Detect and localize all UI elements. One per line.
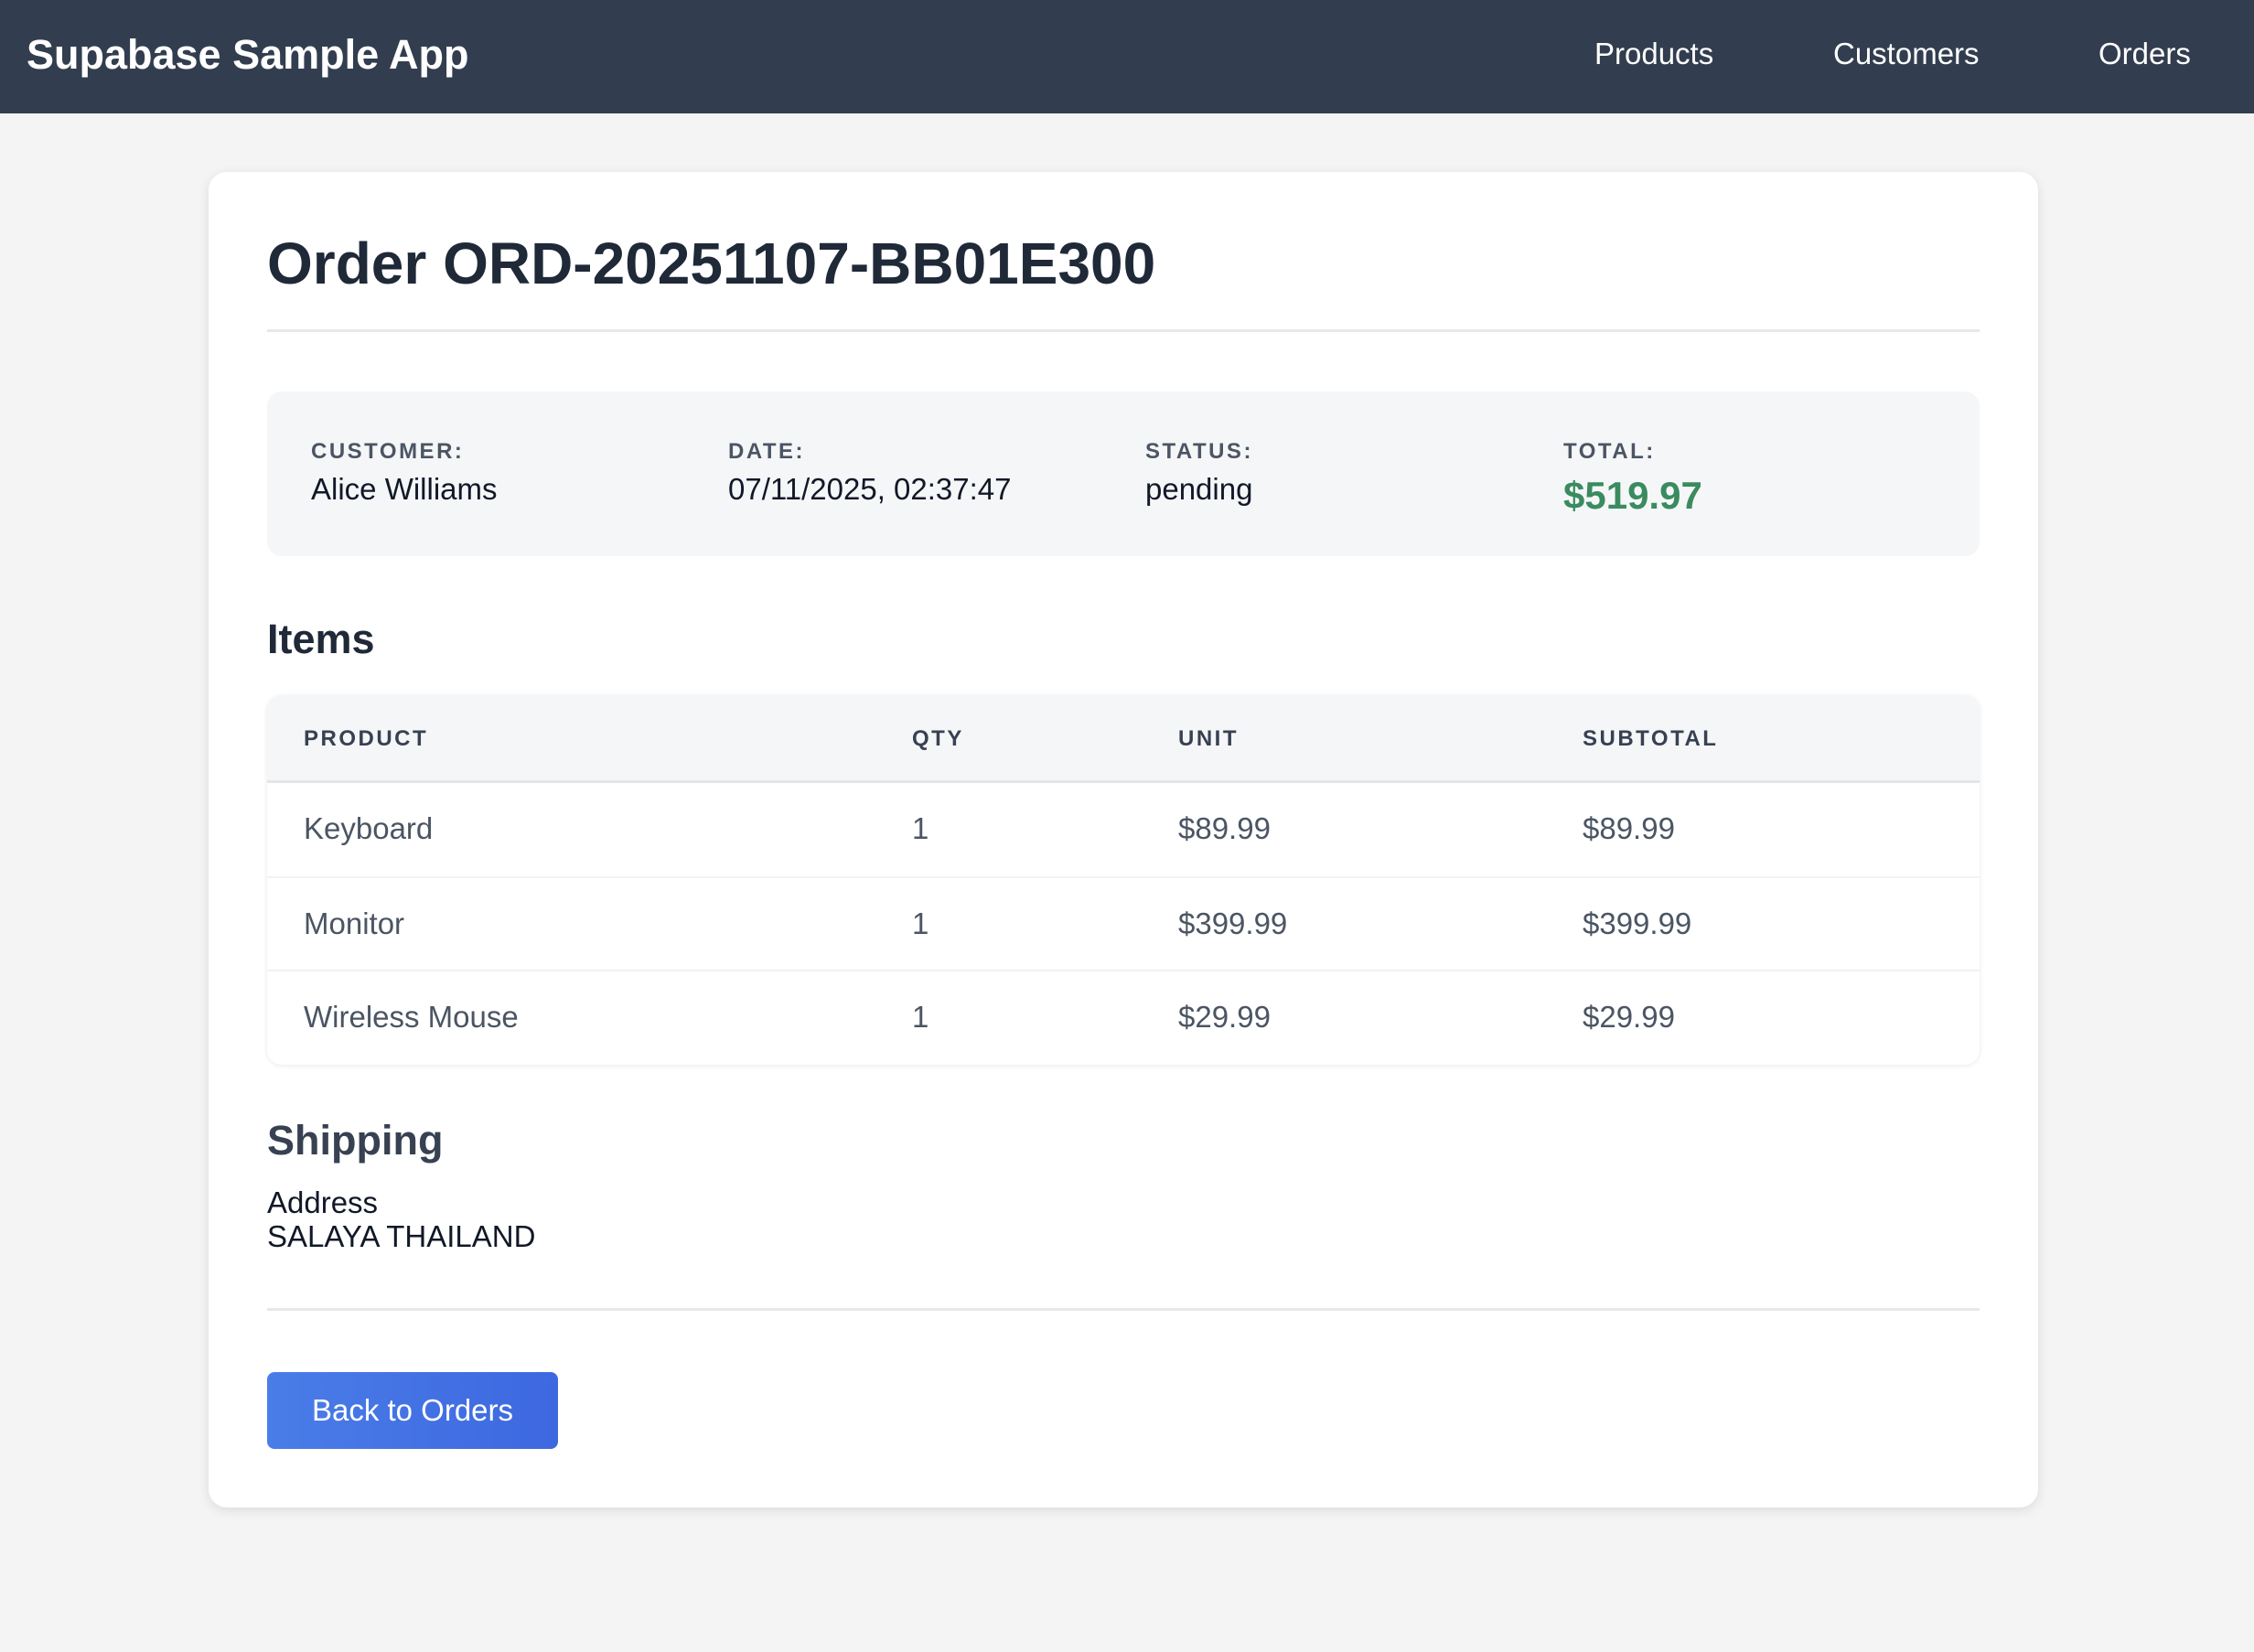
table-row: Keyboard 1 $89.99 $89.99	[267, 783, 1980, 876]
navbar: Supabase Sample App Products Customers O…	[0, 0, 2254, 113]
order-detail-card: Order ORD-20251107-BB01E300 CUSTOMER: Al…	[209, 172, 2038, 1507]
nav-link-products[interactable]: Products	[1594, 0, 1713, 108]
shipping-heading: Shipping	[267, 1117, 444, 1164]
table-row: Monitor 1 $399.99 $399.99	[267, 876, 1980, 970]
address-label: Address	[267, 1185, 379, 1219]
column-header-subtotal: SUBTOTAL	[1583, 726, 1719, 751]
nav-link-customers[interactable]: Customers	[1833, 0, 1980, 108]
cell-qty: 1	[912, 906, 929, 940]
back-to-orders-button[interactable]: Back to Orders	[267, 1372, 558, 1449]
cell-unit: $399.99	[1178, 906, 1288, 940]
cell-product: Wireless Mouse	[304, 1000, 519, 1034]
status-label: STATUS:	[1145, 439, 1253, 464]
column-header-product: PRODUCT	[304, 726, 429, 751]
column-header-qty: QTY	[912, 726, 964, 751]
footer-divider	[267, 1308, 1980, 1311]
cell-subtotal: $89.99	[1583, 811, 1675, 845]
cell-product: Keyboard	[304, 811, 434, 845]
summary-customer: CUSTOMER: Alice Williams	[311, 439, 498, 507]
order-summary: CUSTOMER: Alice Williams DATE: 07/11/202…	[267, 392, 1980, 556]
date-label: DATE:	[728, 439, 806, 464]
table-header: PRODUCT QTY UNIT SUBTOTAL	[267, 695, 1980, 783]
summary-date: DATE: 07/11/2025, 02:37:47	[728, 439, 1012, 507]
title-divider	[267, 329, 1980, 332]
cell-product: Monitor	[304, 906, 405, 940]
total-value: $519.97	[1563, 473, 1702, 517]
shipping-address-block: Address SALAYA THAILAND	[267, 1185, 535, 1253]
cell-unit: $29.99	[1178, 1000, 1271, 1034]
cell-unit: $89.99	[1178, 811, 1271, 845]
summary-status: STATUS: pending	[1145, 439, 1253, 507]
summary-total: TOTAL: $519.97	[1563, 439, 1702, 519]
cell-subtotal: $399.99	[1583, 906, 1692, 940]
customer-value: Alice Williams	[311, 471, 498, 506]
page-title: Order ORD-20251107-BB01E300	[267, 231, 1156, 296]
date-value: 07/11/2025, 02:37:47	[728, 471, 1012, 506]
cell-qty: 1	[912, 1000, 929, 1034]
cell-subtotal: $29.99	[1583, 1000, 1675, 1034]
status-value: pending	[1145, 471, 1253, 506]
items-heading: Items	[267, 616, 375, 662]
customer-label: CUSTOMER:	[311, 439, 465, 464]
nav-link-orders[interactable]: Orders	[2098, 0, 2191, 108]
items-table: PRODUCT QTY UNIT SUBTOTAL Keyboard 1 $89…	[267, 695, 1980, 1065]
app-brand[interactable]: Supabase Sample App	[27, 0, 468, 110]
column-header-unit: UNIT	[1178, 726, 1239, 751]
cell-qty: 1	[912, 811, 929, 845]
address-value: SALAYA THAILAND	[267, 1219, 536, 1253]
total-label: TOTAL:	[1563, 439, 1656, 464]
table-row: Wireless Mouse 1 $29.99 $29.99	[267, 970, 1980, 1063]
